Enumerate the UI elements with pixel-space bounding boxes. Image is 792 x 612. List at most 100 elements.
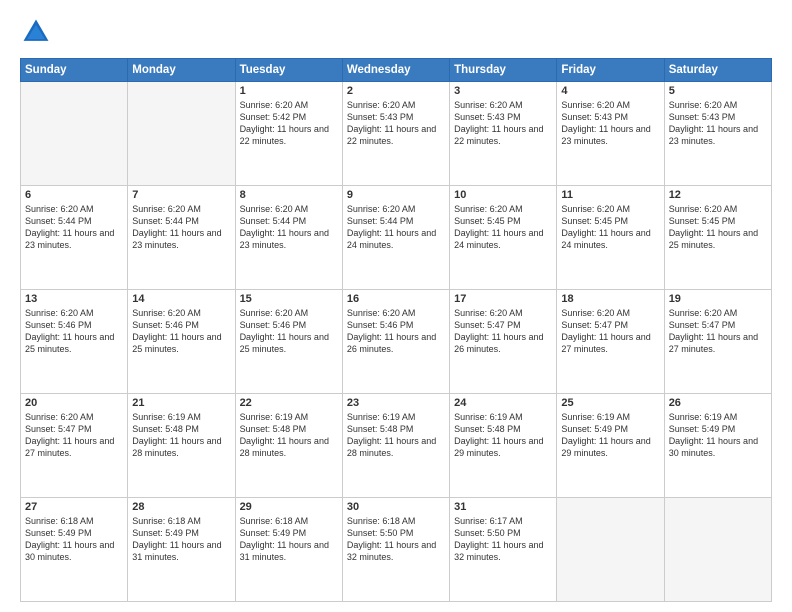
- cell-text: Sunrise: 6:20 AM Sunset: 5:44 PM Dayligh…: [25, 203, 123, 252]
- header: [20, 16, 772, 48]
- weekday-header-wednesday: Wednesday: [342, 59, 449, 82]
- calendar-cell: 8 Sunrise: 6:20 AM Sunset: 5:44 PM Daylig…: [235, 186, 342, 290]
- cell-text: Sunrise: 6:20 AM Sunset: 5:43 PM Dayligh…: [561, 99, 659, 148]
- day-number: 8: [240, 189, 338, 201]
- day-number: 26: [669, 397, 767, 409]
- cell-text: Sunrise: 6:20 AM Sunset: 5:47 PM Dayligh…: [561, 307, 659, 356]
- day-number: 25: [561, 397, 659, 409]
- calendar-cell: 10 Sunrise: 6:20 AM Sunset: 5:45 PM Dayli…: [450, 186, 557, 290]
- calendar-cell: 16 Sunrise: 6:20 AM Sunset: 5:46 PM Dayli…: [342, 290, 449, 394]
- day-number: 18: [561, 293, 659, 305]
- cell-text: Sunrise: 6:20 AM Sunset: 5:44 PM Dayligh…: [347, 203, 445, 252]
- calendar-cell: 26Sunrise: 6:19 AM Sunset: 5:49 PM Dayli…: [664, 394, 771, 498]
- day-number: 21: [132, 397, 230, 409]
- calendar-cell: [21, 82, 128, 186]
- cell-text: Sunrise: 6:20 AM Sunset: 5:46 PM Dayligh…: [347, 307, 445, 356]
- calendar-cell: 29 Sunrise: 6:18 AM Sunset: 5:49 PM Dayli…: [235, 498, 342, 602]
- day-number: 15: [240, 293, 338, 305]
- day-number: 14: [132, 293, 230, 305]
- calendar-cell: 17 Sunrise: 6:20 AM Sunset: 5:47 PM Dayli…: [450, 290, 557, 394]
- day-number: 16: [347, 293, 445, 305]
- cell-text: Sunrise: 6:19 AM Sunset: 5:48 PM Dayligh…: [132, 411, 230, 460]
- calendar-cell: 1 Sunrise: 6:20 AM Sunset: 5:42 PM Daylig…: [235, 82, 342, 186]
- cell-text: Sunrise: 6:20 AM Sunset: 5:45 PM Dayligh…: [561, 203, 659, 252]
- day-number: 13: [25, 293, 123, 305]
- calendar-cell: 13 Sunrise: 6:20 AM Sunset: 5:46 PM Dayli…: [21, 290, 128, 394]
- cell-text: Sunrise: 6:20 AM Sunset: 5:43 PM Dayligh…: [347, 99, 445, 148]
- cell-text: Sunrise: 6:18 AM Sunset: 5:49 PM Dayligh…: [132, 515, 230, 564]
- calendar-cell: 15Sunrise: 6:20 AM Sunset: 5:46 PM Dayli…: [235, 290, 342, 394]
- day-number: 23: [347, 397, 445, 409]
- calendar-cell: 24 Sunrise: 6:19 AM Sunset: 5:48 PM Dayli…: [450, 394, 557, 498]
- weekday-header-saturday: Saturday: [664, 59, 771, 82]
- cell-text: Sunrise: 6:18 AM Sunset: 5:50 PM Dayligh…: [347, 515, 445, 564]
- day-number: 17: [454, 293, 552, 305]
- calendar-cell: 22 Sunrise: 6:19 AM Sunset: 5:48 PM Dayli…: [235, 394, 342, 498]
- cell-text: Sunrise: 6:20 AM Sunset: 5:47 PM Dayligh…: [454, 307, 552, 356]
- calendar-cell: 25 Sunrise: 6:19 AM Sunset: 5:49 PM Dayli…: [557, 394, 664, 498]
- cell-text: Sunrise: 6:20 AM Sunset: 5:47 PM Dayligh…: [669, 307, 767, 356]
- day-number: 2: [347, 85, 445, 97]
- day-number: 1: [240, 85, 338, 97]
- day-number: 22: [240, 397, 338, 409]
- calendar-cell: 31 Sunrise: 6:17 AM Sunset: 5:50 PM Dayli…: [450, 498, 557, 602]
- cell-text: Sunrise: 6:20 AM Sunset: 5:43 PM Dayligh…: [454, 99, 552, 148]
- weekday-header-sunday: Sunday: [21, 59, 128, 82]
- cell-text: Sunrise: 6:19 AM Sunset: 5:48 PM Dayligh…: [240, 411, 338, 460]
- calendar-cell: 30 Sunrise: 6:18 AM Sunset: 5:50 PM Dayli…: [342, 498, 449, 602]
- calendar-cell: 23 Sunrise: 6:19 AM Sunset: 5:48 PM Dayli…: [342, 394, 449, 498]
- calendar-cell: [557, 498, 664, 602]
- cell-text: Sunrise: 6:20 AM Sunset: 5:44 PM Dayligh…: [132, 203, 230, 252]
- day-number: 9: [347, 189, 445, 201]
- calendar-cell: 20 Sunrise: 6:20 AM Sunset: 5:47 PM Dayli…: [21, 394, 128, 498]
- day-number: 29: [240, 501, 338, 513]
- weekday-header-tuesday: Tuesday: [235, 59, 342, 82]
- weekday-header-thursday: Thursday: [450, 59, 557, 82]
- calendar-cell: 2 Sunrise: 6:20 AM Sunset: 5:43 PM Daylig…: [342, 82, 449, 186]
- cell-text: Sunrise: 6:20 AM Sunset: 5:43 PM Dayligh…: [669, 99, 767, 148]
- day-number: 30: [347, 501, 445, 513]
- logo: [20, 16, 56, 48]
- calendar-cell: 11 Sunrise: 6:20 AM Sunset: 5:45 PM Dayli…: [557, 186, 664, 290]
- day-number: 24: [454, 397, 552, 409]
- calendar-cell: 14 Sunrise: 6:20 AM Sunset: 5:46 PM Dayli…: [128, 290, 235, 394]
- calendar-cell: 9 Sunrise: 6:20 AM Sunset: 5:44 PM Daylig…: [342, 186, 449, 290]
- week-row-5: 27 Sunrise: 6:18 AM Sunset: 5:49 PM Dayli…: [21, 498, 772, 602]
- calendar-table: SundayMondayTuesdayWednesdayThursdayFrid…: [20, 58, 772, 602]
- calendar-cell: 27Sunrise: 6:18 AM Sunset: 5:49 PM Dayli…: [21, 498, 128, 602]
- calendar-cell: 28Sunrise: 6:18 AM Sunset: 5:49 PM Dayli…: [128, 498, 235, 602]
- cell-text: Sunrise: 6:19 AM Sunset: 5:48 PM Dayligh…: [454, 411, 552, 460]
- day-number: 19: [669, 293, 767, 305]
- day-number: 27: [25, 501, 123, 513]
- cell-text: Sunrise: 6:20 AM Sunset: 5:45 PM Dayligh…: [454, 203, 552, 252]
- cell-text: Sunrise: 6:20 AM Sunset: 5:46 PM Dayligh…: [25, 307, 123, 356]
- cell-text: Sunrise: 6:20 AM Sunset: 5:44 PM Dayligh…: [240, 203, 338, 252]
- calendar-cell: 4 Sunrise: 6:20 AM Sunset: 5:43 PM Daylig…: [557, 82, 664, 186]
- cell-text: Sunrise: 6:19 AM Sunset: 5:48 PM Dayligh…: [347, 411, 445, 460]
- day-number: 11: [561, 189, 659, 201]
- week-row-4: 20 Sunrise: 6:20 AM Sunset: 5:47 PM Dayli…: [21, 394, 772, 498]
- cell-text: Sunrise: 6:18 AM Sunset: 5:49 PM Dayligh…: [240, 515, 338, 564]
- day-number: 6: [25, 189, 123, 201]
- cell-text: Sunrise: 6:20 AM Sunset: 5:42 PM Dayligh…: [240, 99, 338, 148]
- calendar-cell: 19 Sunrise: 6:20 AM Sunset: 5:47 PM Dayli…: [664, 290, 771, 394]
- calendar-cell: 21 Sunrise: 6:19 AM Sunset: 5:48 PM Dayli…: [128, 394, 235, 498]
- calendar-cell: 5 Sunrise: 6:20 AM Sunset: 5:43 PM Daylig…: [664, 82, 771, 186]
- cell-text: Sunrise: 6:20 AM Sunset: 5:46 PM Dayligh…: [132, 307, 230, 356]
- day-number: 10: [454, 189, 552, 201]
- calendar-cell: 3 Sunrise: 6:20 AM Sunset: 5:43 PM Daylig…: [450, 82, 557, 186]
- cell-text: Sunrise: 6:20 AM Sunset: 5:45 PM Dayligh…: [669, 203, 767, 252]
- weekday-header-row: SundayMondayTuesdayWednesdayThursdayFrid…: [21, 59, 772, 82]
- day-number: 31: [454, 501, 552, 513]
- day-number: 3: [454, 85, 552, 97]
- page: SundayMondayTuesdayWednesdayThursdayFrid…: [0, 0, 792, 612]
- day-number: 20: [25, 397, 123, 409]
- day-number: 4: [561, 85, 659, 97]
- cell-text: Sunrise: 6:20 AM Sunset: 5:47 PM Dayligh…: [25, 411, 123, 460]
- calendar-cell: 7Sunrise: 6:20 AM Sunset: 5:44 PM Daylig…: [128, 186, 235, 290]
- day-number: 5: [669, 85, 767, 97]
- day-number: 12: [669, 189, 767, 201]
- cell-text: Sunrise: 6:19 AM Sunset: 5:49 PM Dayligh…: [561, 411, 659, 460]
- week-row-2: 6 Sunrise: 6:20 AM Sunset: 5:44 PM Daylig…: [21, 186, 772, 290]
- cell-text: Sunrise: 6:17 AM Sunset: 5:50 PM Dayligh…: [454, 515, 552, 564]
